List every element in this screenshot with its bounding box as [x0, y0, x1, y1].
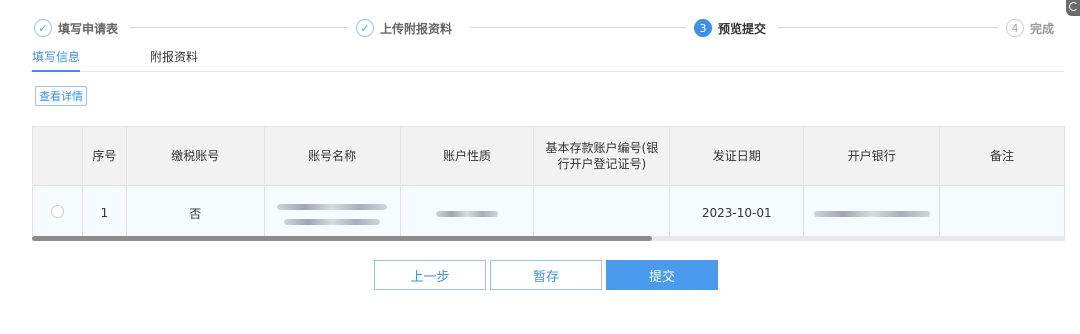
column-header-remark: 备注: [939, 126, 1065, 186]
redacted-text: [284, 218, 381, 225]
tab-fill-info[interactable]: 填写信息: [32, 48, 81, 72]
tab-attached-materials[interactable]: 附报资料: [150, 48, 198, 70]
step-preview-submit: 3 预览提交: [694, 14, 766, 42]
step-connector: [778, 27, 998, 28]
table-row[interactable]: 1 否 2023-10-01: [32, 185, 1065, 241]
step-number: 4: [1006, 19, 1024, 37]
step-upload-materials: ✓ 上传附报资料: [356, 14, 452, 42]
step-label: 完成: [1030, 21, 1055, 36]
step-fill-application: ✓ 填写申请表: [34, 14, 118, 42]
column-header-index: 序号: [81, 126, 127, 186]
column-header-account-name: 账号名称: [263, 126, 401, 186]
remark-cell: [939, 185, 1065, 241]
column-header-select: [32, 126, 83, 186]
redacted-text: [436, 211, 499, 217]
bank-cell: [803, 185, 941, 241]
tax-account-cell: 否: [125, 185, 265, 241]
index-cell: 1: [81, 185, 127, 241]
column-header-issue-date: 发证日期: [669, 126, 805, 186]
step-number: 3: [694, 19, 712, 37]
column-header-bank: 开户银行: [803, 126, 941, 186]
step-label: 填写申请表: [58, 21, 119, 36]
row-radio[interactable]: [50, 205, 64, 218]
previous-step-button[interactable]: 上一步: [374, 260, 486, 290]
step-label: 上传附报资料: [380, 21, 453, 36]
check-icon: ✓: [356, 19, 374, 37]
column-header-tax-account: 缴税账号: [125, 126, 265, 186]
redacted-text: [277, 203, 388, 210]
submit-button[interactable]: 提交: [606, 260, 718, 290]
check-icon: ✓: [34, 19, 52, 37]
save-draft-button[interactable]: 暂存: [490, 260, 602, 290]
step-connector: [130, 27, 348, 28]
horizontal-scrollbar-thumb[interactable]: [32, 236, 652, 241]
account-name-cell: [263, 185, 401, 241]
refresh-icon[interactable]: [1066, 0, 1080, 16]
basic-account-no-cell: [533, 185, 671, 241]
step-complete: 4 完成: [1006, 14, 1054, 42]
account-nature-cell: [399, 185, 535, 241]
redacted-text: [813, 211, 930, 217]
view-details-button[interactable]: 查看详情: [35, 86, 87, 106]
table-header-row: 序号 缴税账号 账号名称 账户性质 基本存款账户编号(银行开户登记证号) 发证日…: [32, 126, 1065, 186]
step-connector: [470, 27, 686, 28]
step-label: 预览提交: [718, 21, 767, 36]
column-header-basic-account-no: 基本存款账户编号(银行开户登记证号): [533, 126, 671, 186]
row-select-cell[interactable]: [32, 185, 83, 241]
account-table: 序号 缴税账号 账号名称 账户性质 基本存款账户编号(银行开户登记证号) 发证日…: [32, 126, 1065, 242]
issue-date-cell: 2023-10-01: [669, 185, 805, 241]
column-header-account-nature: 账户性质: [399, 126, 535, 186]
progress-stepper: ✓ 填写申请表 ✓ 上传附报资料 3 预览提交 4 完成: [34, 14, 1080, 44]
tab-bar: 填写信息 附报资料: [30, 46, 1064, 72]
